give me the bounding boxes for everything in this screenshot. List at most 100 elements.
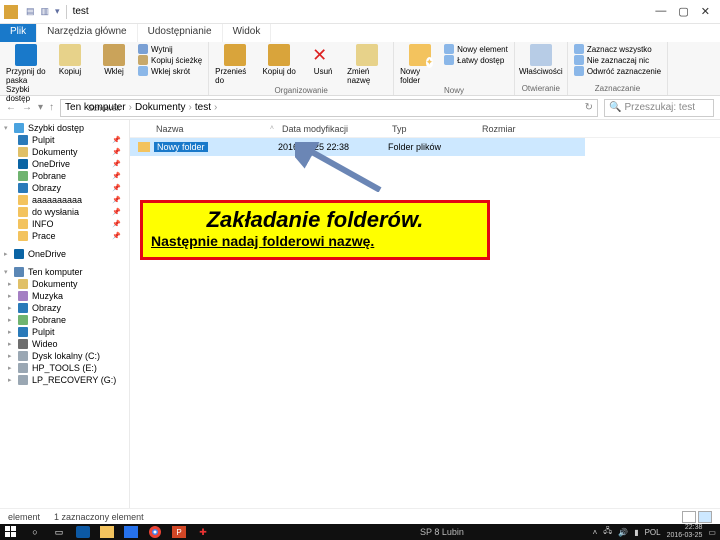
sidebar-item[interactable]: Obrazy📌 (0, 182, 129, 194)
sidebar-item[interactable]: ▸Pulpit (0, 326, 129, 338)
sidebar-item[interactable]: ▸LP_RECOVERY (G:) (0, 374, 129, 386)
properties-button[interactable]: Właściwości (521, 44, 561, 76)
address-bar-row: ← → ▾ ↑ Ten komputer › Dokumenty › test … (0, 96, 720, 120)
folder-icon (138, 142, 150, 152)
start-button[interactable] (4, 526, 18, 538)
tab-share[interactable]: Udostępnianie (138, 24, 223, 42)
select-none-button[interactable]: Nie zaznaczaj nic (574, 55, 661, 65)
sidebar-onedrive[interactable]: ▸OneDrive (0, 248, 129, 260)
annotation-callout: Zakładanie folderów. Następnie nadaj fol… (140, 200, 490, 260)
tray-chevron-icon[interactable]: ˄ (593, 528, 598, 537)
close-button[interactable]: ✕ (701, 5, 710, 18)
ribbon: Przypnij do paska Szybki dostęp Kopiuj W… (0, 42, 720, 96)
sidebar-item[interactable]: ▸Pobrane (0, 314, 129, 326)
search-icon[interactable]: ○ (28, 526, 42, 538)
table-row[interactable]: Nowy folder 2016-03-25 22:38 Folder plik… (130, 138, 585, 156)
organize-group-label: Organizowanie (215, 85, 387, 95)
sidebar-item[interactable]: Dokumenty📌 (0, 146, 129, 158)
taskbar[interactable]: ○ ▭ P ✚ SP 8 Lubin ˄ 🖧 🔊 ▮ POL 22:38 201… (0, 524, 720, 540)
system-tray[interactable]: ˄ 🖧 🔊 ▮ POL 22:38 2016-03-25 ▭ (593, 524, 716, 540)
select-group-label: Zaznaczanie (574, 83, 661, 93)
explorer-icon[interactable] (100, 526, 114, 538)
paste-shortcut-button[interactable]: Wklej skrót (138, 66, 202, 76)
tray-clock[interactable]: 22:38 2016-03-25 (667, 524, 703, 540)
view-details-icon[interactable] (682, 511, 696, 523)
copy-path-button[interactable]: Kopiuj ścieżkę (138, 55, 202, 65)
new-group-label: Nowy (400, 85, 508, 95)
tab-view[interactable]: Widok (223, 24, 272, 42)
copy-label: Kopiuj (59, 67, 81, 76)
sidebar-item[interactable]: ▸Dysk lokalny (C:) (0, 350, 129, 362)
tray-lang[interactable]: POL (645, 528, 661, 537)
move-to-button[interactable]: Przenieś do (215, 44, 255, 85)
sort-indicator-icon: ˄ (270, 125, 274, 132)
ribbon-tabs: Plik Narzędzia główne Udostępnianie Wido… (0, 24, 720, 42)
status-bar: element 1 zaznaczony element (0, 508, 720, 524)
chrome-icon[interactable] (148, 526, 162, 538)
cut-button[interactable]: Wytnij (138, 44, 202, 54)
store-icon[interactable] (124, 526, 138, 538)
delete-button[interactable]: ✕Usuń (303, 44, 343, 76)
nav-pane[interactable]: ▾Szybki dostęp Pulpit📌Dokumenty📌OneDrive… (0, 120, 130, 524)
sidebar-item[interactable]: ▸HP_TOOLS (E:) (0, 362, 129, 374)
sidebar-item[interactable]: Pobrane📌 (0, 170, 129, 182)
quick-access-toolbar: ▤ ▥ ▾ (26, 6, 60, 17)
refresh-button[interactable]: ↻ (585, 102, 593, 113)
breadcrumb[interactable]: Ten komputer › Dokumenty › test › ↻ (60, 99, 598, 117)
tab-file[interactable]: Plik (0, 24, 37, 42)
crumb-docs[interactable]: Dokumenty (135, 102, 186, 113)
open-group-label: Otwieranie (521, 83, 561, 93)
tab-home[interactable]: Narzędzia główne (37, 24, 138, 42)
window-icon (4, 5, 18, 19)
qat-newfolder-icon[interactable]: ▥ (41, 6, 50, 17)
sidebar-item[interactable]: OneDrive📌 (0, 158, 129, 170)
sidebar-item[interactable]: Prace📌 (0, 230, 129, 242)
copy-button[interactable]: Kopiuj (50, 44, 90, 76)
sidebar-item[interactable]: ▸Muzyka (0, 290, 129, 302)
tray-network-icon[interactable]: 🖧 (603, 525, 612, 539)
invert-selection-button[interactable]: Odwróć zaznaczenie (574, 66, 661, 76)
sidebar-quickaccess[interactable]: ▾Szybki dostęp (0, 122, 129, 134)
search-icon: 🔍 (609, 102, 621, 113)
sidebar-item[interactable]: ▸Wideo (0, 338, 129, 350)
crumb-current[interactable]: test (195, 102, 211, 113)
qat-properties-icon[interactable]: ▤ (26, 6, 35, 17)
rename-input[interactable]: Nowy folder (154, 142, 208, 152)
taskview-icon[interactable]: ▭ (52, 526, 66, 538)
column-headers[interactable]: Nazwa˄ Data modyfikacji Typ Rozmiar (130, 120, 720, 138)
sidebar-item[interactable]: Pulpit📌 (0, 134, 129, 146)
back-button[interactable]: ← (6, 102, 16, 113)
select-all-button[interactable]: Zaznacz wszystko (574, 44, 661, 54)
edge-icon[interactable] (76, 526, 90, 538)
maximize-button[interactable]: ▢ (678, 5, 688, 18)
pin-button[interactable]: Przypnij do paska Szybki dostęp (6, 44, 46, 103)
sidebar-item[interactable]: aaaaaaaaaa📌 (0, 194, 129, 206)
new-item-button[interactable]: Nowy element (444, 44, 508, 54)
crumb-root[interactable]: Ten komputer (65, 102, 126, 113)
paste-button[interactable]: Wklej (94, 44, 134, 76)
tray-battery-icon[interactable]: ▮ (634, 528, 638, 537)
rename-button[interactable]: Zmień nazwę (347, 44, 387, 85)
powerpoint-icon[interactable]: P (172, 526, 186, 538)
window-title: test (73, 6, 89, 17)
qat-dropdown-icon[interactable]: ▾ (55, 6, 60, 17)
forward-button[interactable]: → (22, 102, 32, 113)
sidebar-item[interactable]: INFO📌 (0, 218, 129, 230)
copy-to-button[interactable]: Kopiuj do (259, 44, 299, 76)
sidebar-item[interactable]: ▸Obrazy (0, 302, 129, 314)
file-list[interactable]: Nazwa˄ Data modyfikacji Typ Rozmiar Nowy… (130, 120, 720, 524)
sidebar-item[interactable]: ▸Dokumenty (0, 278, 129, 290)
sidebar-thispc[interactable]: ▾Ten komputer (0, 266, 129, 278)
search-input[interactable]: 🔍 Przeszukaj: test (604, 99, 714, 117)
up-button[interactable]: ↑ (49, 102, 54, 113)
minimize-button[interactable]: — (655, 5, 666, 18)
tray-sound-icon[interactable]: 🔊 (618, 528, 628, 537)
easy-access-button[interactable]: Łatwy dostęp (444, 55, 508, 65)
sidebar-item[interactable]: do wysłania📌 (0, 206, 129, 218)
app-icon[interactable]: ✚ (196, 526, 210, 538)
history-dropdown[interactable]: ▾ (38, 102, 43, 113)
title-bar: ▤ ▥ ▾ test — ▢ ✕ (0, 0, 720, 24)
new-folder-button[interactable]: ✦Nowy folder (400, 44, 440, 85)
action-center-icon[interactable]: ▭ (708, 528, 716, 537)
view-large-icon[interactable] (698, 511, 712, 523)
